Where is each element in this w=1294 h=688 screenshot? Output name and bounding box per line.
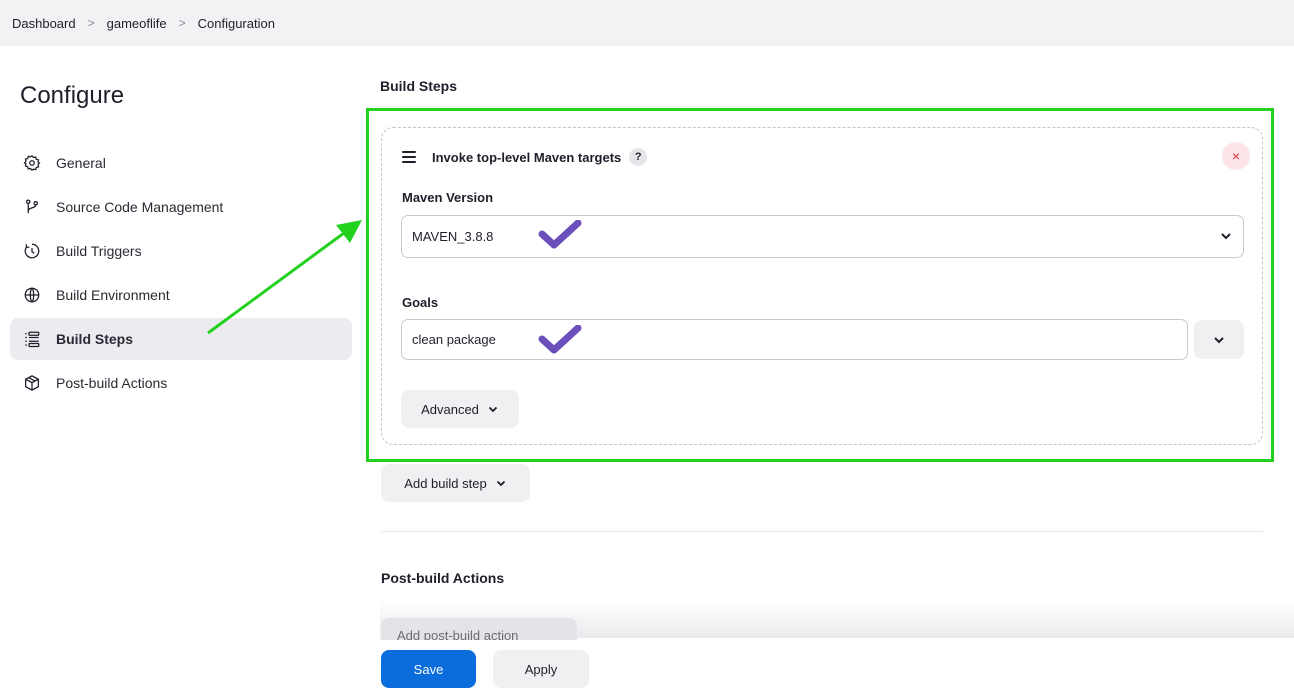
add-post-build-action-button[interactable]: Add post-build action [381, 618, 577, 640]
branch-icon [22, 197, 42, 217]
sidebar-item-general[interactable]: General [10, 142, 352, 184]
add-build-step-button[interactable]: Add build step [381, 464, 530, 502]
breadcrumb: Dashboard > gameoflife > Configuration [0, 0, 1294, 46]
goals-value: clean package [412, 332, 496, 347]
save-button[interactable]: Save [381, 650, 476, 688]
goals-input[interactable]: clean package [401, 319, 1188, 360]
chevron-down-icon [1221, 233, 1231, 240]
page-title: Configure [20, 82, 125, 109]
apply-button[interactable]: Apply [493, 650, 589, 688]
checkmark-icon [538, 325, 582, 354]
sidebar: General Source Code Management Build Tri… [10, 142, 352, 406]
drag-handle-icon[interactable] [402, 151, 416, 163]
sidebar-item-label: Post-build Actions [56, 375, 168, 391]
breadcrumb-dashboard[interactable]: Dashboard [12, 16, 76, 31]
gear-icon [22, 153, 42, 173]
sidebar-item-source-code-management[interactable]: Source Code Management [10, 186, 352, 228]
sidebar-item-build-steps[interactable]: Build Steps [10, 318, 352, 360]
package-icon [22, 373, 42, 393]
breadcrumb-separator: > [178, 16, 186, 30]
sidebar-item-label: Build Steps [56, 331, 134, 347]
section-divider [381, 531, 1263, 532]
sidebar-item-post-build-actions[interactable]: Post-build Actions [10, 362, 352, 404]
breadcrumb-job[interactable]: gameoflife [107, 16, 167, 31]
sidebar-item-label: General [56, 155, 106, 171]
maven-version-label: Maven Version [402, 190, 494, 205]
help-icon[interactable]: ? [629, 148, 648, 166]
post-build-actions-heading: Post-build Actions [381, 570, 505, 586]
list-icon [22, 329, 42, 349]
timer-icon [22, 241, 42, 261]
goals-label: Goals [402, 295, 439, 310]
chevron-down-icon [488, 406, 498, 413]
checkmark-icon [538, 220, 582, 249]
sidebar-item-build-triggers[interactable]: Build Triggers [10, 230, 352, 272]
breadcrumb-separator: > [87, 16, 95, 30]
advanced-label: Advanced [421, 401, 479, 417]
advanced-button[interactable]: Advanced [401, 390, 519, 428]
chevron-down-icon [496, 480, 505, 487]
sidebar-item-build-environment[interactable]: Build Environment [10, 274, 352, 316]
add-build-step-label: Add build step [404, 475, 487, 491]
maven-version-value: MAVEN_3.8.8 [412, 229, 494, 244]
build-step-card: Invoke top-level Maven targets ? × Maven… [381, 127, 1263, 445]
globe-icon [22, 285, 42, 305]
sidebar-item-label: Build Triggers [56, 243, 142, 259]
add-post-build-action-label: Add post-build action [397, 628, 519, 640]
sidebar-item-label: Source Code Management [56, 199, 224, 215]
build-step-title: Invoke top-level Maven targets [432, 149, 622, 165]
expand-goals-button[interactable] [1194, 320, 1244, 359]
sidebar-item-label: Build Environment [56, 287, 170, 303]
maven-version-select[interactable]: MAVEN_3.8.8 [401, 215, 1244, 258]
breadcrumb-configuration[interactable]: Configuration [198, 16, 275, 31]
close-icon[interactable]: × [1222, 142, 1250, 170]
build-steps-heading: Build Steps [380, 78, 458, 94]
chevron-down-icon [1214, 336, 1224, 343]
build-step-header: Invoke top-level Maven targets ? [402, 148, 648, 166]
